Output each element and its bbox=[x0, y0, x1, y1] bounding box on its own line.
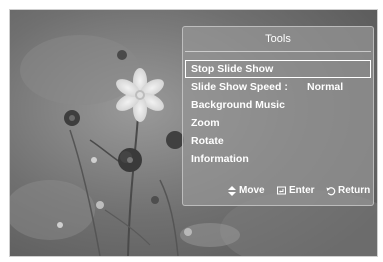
slide-show-speed-value: Normal bbox=[307, 81, 344, 93]
menu-item-slide-show-speed[interactable]: Slide Show Speed : Normal bbox=[185, 78, 371, 96]
move-hint: Move bbox=[227, 185, 265, 196]
tools-menu-title: Tools bbox=[265, 33, 291, 45]
return-hint: Return bbox=[326, 185, 370, 196]
up-down-arrows-icon bbox=[228, 185, 236, 196]
menu-item-information[interactable]: Information bbox=[185, 150, 371, 168]
enter-icon bbox=[277, 186, 286, 194]
enter-hint-label: Enter bbox=[289, 185, 315, 196]
menu-item-label: Background Music bbox=[191, 99, 285, 111]
tools-menu-list: Stop Slide Show Slide Show Speed : Norma… bbox=[185, 60, 371, 168]
menu-item-label: Zoom bbox=[191, 117, 220, 129]
menu-item-stop-slide-show[interactable]: Stop Slide Show bbox=[185, 60, 371, 78]
return-icon bbox=[326, 186, 336, 195]
button-hints-bar: Move Enter Return bbox=[183, 185, 373, 197]
tools-menu-panel: Tools Stop Slide Show Slide Show Speed :… bbox=[182, 26, 374, 206]
move-hint-label: Move bbox=[239, 185, 265, 196]
menu-item-zoom[interactable]: Zoom bbox=[185, 114, 371, 132]
menu-item-rotate[interactable]: Rotate bbox=[185, 132, 371, 150]
slideshow-screen: Tools Stop Slide Show Slide Show Speed :… bbox=[9, 9, 378, 257]
menu-item-background-music[interactable]: Background Music bbox=[185, 96, 371, 114]
menu-item-label: Information bbox=[191, 153, 249, 165]
title-divider bbox=[185, 51, 371, 52]
enter-hint: Enter bbox=[277, 185, 315, 196]
menu-item-label: Slide Show Speed : bbox=[191, 81, 288, 93]
return-hint-label: Return bbox=[338, 185, 371, 196]
menu-item-label: Rotate bbox=[191, 135, 224, 147]
menu-item-label: Stop Slide Show bbox=[191, 63, 274, 75]
